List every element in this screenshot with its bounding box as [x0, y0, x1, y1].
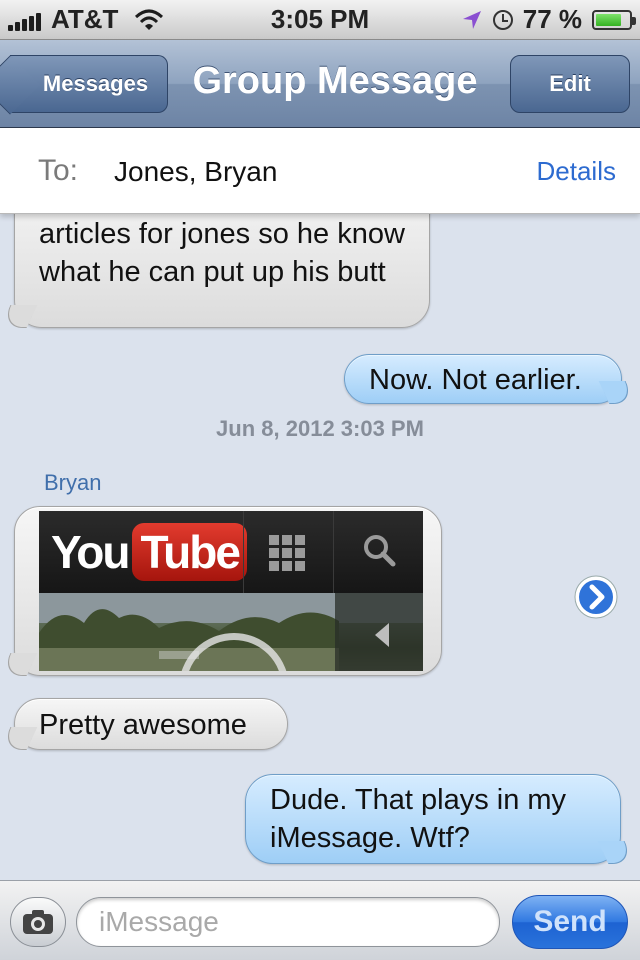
edit-button[interactable]: Edit	[510, 55, 630, 113]
camera-icon	[23, 910, 53, 934]
details-link[interactable]: Details	[537, 156, 616, 187]
video-message-bubble[interactable]: You Tube	[14, 506, 442, 676]
back-button[interactable]: Messages	[10, 55, 168, 113]
to-label: To:	[38, 154, 79, 187]
divider	[333, 511, 334, 593]
search-icon[interactable]	[359, 531, 399, 571]
message-text: Dude. That plays in my iMessage. Wtf?	[270, 784, 567, 854]
page-title: Group Message	[192, 60, 478, 102]
grid-icon[interactable]	[269, 535, 305, 571]
message-bubble-sent[interactable]: Dude. That plays in my iMessage. Wtf?	[245, 774, 621, 864]
youtube-logo: You Tube	[51, 523, 247, 581]
battery-icon	[592, 9, 636, 30]
message-input-bar: Send	[0, 880, 640, 960]
recipients-bar: To: Jones, Bryan Details	[0, 128, 640, 214]
left-arrow-icon[interactable]	[375, 623, 389, 647]
status-right: 77 %	[461, 4, 636, 35]
disclosure-chevron-icon[interactable]	[573, 574, 619, 620]
recipient-names[interactable]: Jones, Bryan	[114, 156, 277, 188]
divider	[243, 511, 244, 593]
status-bar: AT&T 3:05 PM 77 %	[0, 0, 640, 40]
message-timestamp: Jun 8, 2012 3:03 PM	[216, 416, 424, 441]
message-text: Pretty awesome	[39, 709, 247, 741]
battery-percent: 77 %	[522, 4, 582, 34]
message-bubble-received[interactable]: Pretty awesome	[14, 698, 288, 750]
message-input[interactable]	[76, 897, 500, 947]
alarm-clock-icon	[492, 9, 513, 30]
youtube-video-preview[interactable]: You Tube	[39, 511, 423, 671]
conversation-thread[interactable]: articles for jones so he know what he ca…	[0, 214, 640, 880]
message-text: articles for jones so he know what he ca…	[39, 218, 405, 288]
youtube-logo-you: You	[51, 526, 130, 578]
youtube-header: You Tube	[39, 511, 423, 593]
navigation-bar: Messages Group Message Edit	[0, 40, 640, 128]
battery-fill	[596, 13, 621, 26]
message-bubble-received[interactable]: articles for jones so he know what he ca…	[14, 214, 430, 328]
youtube-logo-tube: Tube	[132, 523, 247, 581]
camera-button[interactable]	[10, 897, 66, 947]
message-text: Now. Not earlier.	[369, 364, 582, 396]
send-button[interactable]: Send	[512, 895, 628, 949]
message-bubble-sent[interactable]: Now. Not earlier.	[344, 354, 622, 404]
sender-name: Bryan	[44, 470, 102, 495]
location-icon	[462, 10, 481, 29]
